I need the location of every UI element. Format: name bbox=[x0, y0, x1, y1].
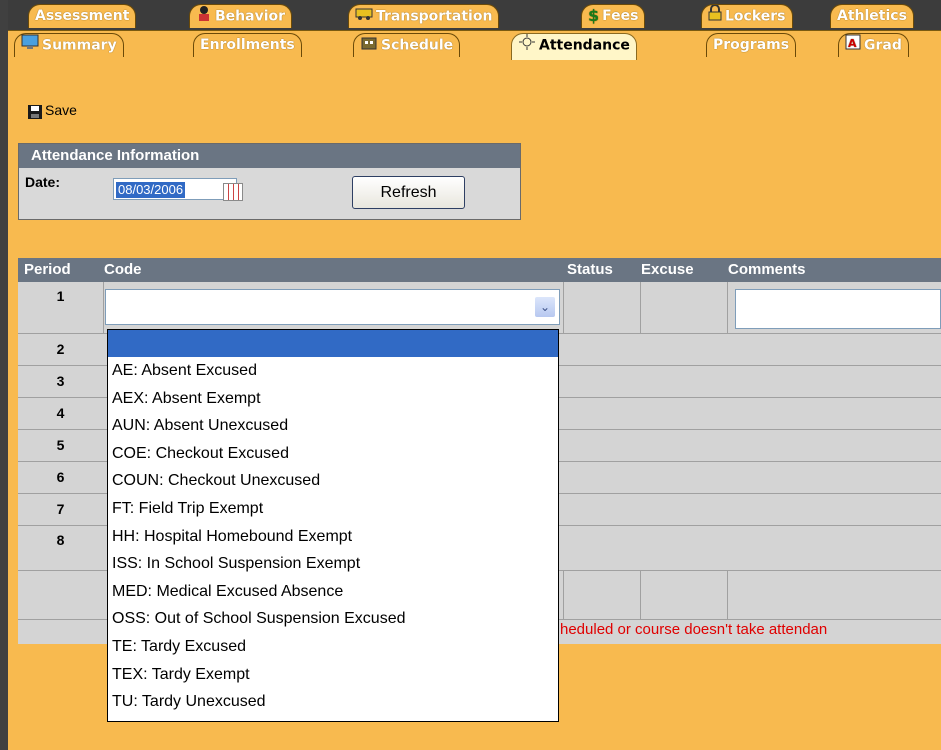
tab-row-top: Assessment Behavior Transportation $ Fees… bbox=[8, 0, 941, 30]
tab-grades[interactable]: A Grad bbox=[838, 33, 909, 57]
col-comments: Comments bbox=[728, 261, 806, 278]
save-label: Save bbox=[45, 102, 77, 118]
chevron-down-icon[interactable]: ⌄ bbox=[535, 297, 555, 317]
save-button[interactable]: Save bbox=[28, 100, 77, 120]
dropdown-option[interactable]: TU: Tardy Unexcused bbox=[108, 688, 558, 716]
tab-fees[interactable]: $ Fees bbox=[581, 4, 646, 28]
col-code: Code bbox=[104, 261, 142, 278]
dropdown-option[interactable]: MED: Medical Excused Absence bbox=[108, 578, 558, 606]
tab-label: Behavior bbox=[215, 8, 286, 25]
window-left-edge bbox=[0, 0, 8, 750]
code-dropdown-list: AE: Absent Excused AEX: Absent Exempt AU… bbox=[107, 329, 559, 722]
divider bbox=[563, 571, 564, 619]
period-number: 6 bbox=[56, 469, 65, 485]
grade-icon: A bbox=[845, 34, 861, 57]
dropdown-option[interactable]: AE: Absent Excused bbox=[108, 357, 558, 385]
period-number: 7 bbox=[56, 501, 65, 517]
tab-schedule[interactable]: Schedule bbox=[353, 33, 461, 57]
sun-icon bbox=[518, 34, 536, 57]
col-period: Period bbox=[24, 261, 71, 278]
period-number: 5 bbox=[56, 437, 65, 453]
dropdown-option[interactable]: ISS: In School Suspension Exempt bbox=[108, 550, 558, 578]
tab-athletics[interactable]: Athletics bbox=[830, 4, 914, 28]
bus-icon bbox=[355, 5, 373, 28]
period-number: 1 bbox=[56, 288, 65, 304]
building-icon bbox=[360, 34, 378, 57]
dropdown-option[interactable] bbox=[108, 330, 558, 357]
code-select[interactable]: ⌄ bbox=[105, 289, 560, 325]
tab-label: Assessment bbox=[35, 8, 130, 24]
svg-text:A: A bbox=[848, 37, 857, 50]
dropdown-option[interactable]: TE: Tardy Excused bbox=[108, 633, 558, 661]
tab-label: Transportation bbox=[376, 8, 493, 25]
tab-label: Lockers bbox=[725, 8, 786, 25]
calendar-icon[interactable] bbox=[223, 183, 243, 201]
tab-behavior[interactable]: Behavior bbox=[189, 4, 293, 28]
tab-row-bottom: Summary Enrollments Schedule Attendance … bbox=[8, 30, 941, 60]
tab-label: Programs bbox=[713, 37, 790, 53]
divider bbox=[640, 571, 641, 619]
grid-header: Period Code Status Excuse Comments bbox=[18, 258, 941, 282]
floppy-disk-icon bbox=[28, 104, 42, 119]
refresh-button[interactable]: Refresh bbox=[352, 176, 465, 209]
tab-label: Athletics bbox=[837, 8, 907, 24]
tab-label: Schedule bbox=[381, 37, 454, 54]
tab-transportation[interactable]: Transportation bbox=[348, 4, 500, 28]
monitor-icon bbox=[21, 34, 39, 57]
dropdown-option[interactable]: AUN: Absent Unexcused bbox=[108, 412, 558, 440]
tab-label: Summary bbox=[42, 37, 117, 54]
divider bbox=[727, 571, 728, 619]
dropdown-option[interactable]: COE: Checkout Excused bbox=[108, 440, 558, 468]
dropdown-option[interactable]: HH: Hospital Homebound Exempt bbox=[108, 523, 558, 551]
tab-enrollments[interactable]: Enrollments bbox=[193, 33, 302, 57]
dropdown-option[interactable]: COUN: Checkout Unexcused bbox=[108, 467, 558, 495]
tab-lockers[interactable]: Lockers bbox=[701, 4, 793, 28]
tab-label: Enrollments bbox=[200, 37, 295, 53]
dropdown-option[interactable]: TEX: Tardy Exempt bbox=[108, 661, 558, 689]
comments-field[interactable] bbox=[735, 289, 941, 329]
tab-attendance[interactable]: Attendance bbox=[511, 33, 637, 60]
period-number: 4 bbox=[56, 405, 65, 421]
dropdown-option[interactable]: OSS: Out of School Suspension Excused bbox=[108, 605, 558, 633]
dropdown-option[interactable]: FT: Field Trip Exempt bbox=[108, 495, 558, 523]
tab-summary[interactable]: Summary bbox=[14, 33, 124, 57]
lock-icon bbox=[708, 4, 722, 28]
attendance-info-title: Attendance Information bbox=[19, 144, 520, 168]
tab-label: Attendance bbox=[539, 37, 630, 54]
col-status: Status bbox=[567, 261, 613, 278]
date-field[interactable]: 08/03/2006 bbox=[113, 178, 237, 200]
dollar-icon: $ bbox=[588, 6, 600, 25]
tab-label: Grad bbox=[864, 37, 902, 54]
person-icon bbox=[196, 5, 212, 28]
tab-label: Fees bbox=[602, 8, 639, 24]
date-label: Date: bbox=[25, 174, 61, 190]
period-number: 3 bbox=[56, 373, 65, 389]
period-number: 8 bbox=[56, 532, 65, 548]
date-value: 08/03/2006 bbox=[116, 182, 186, 198]
warning-message: heduled or course doesn't take attendan bbox=[560, 621, 828, 638]
dropdown-option[interactable]: AEX: Absent Exempt bbox=[108, 385, 558, 413]
tab-programs[interactable]: Programs bbox=[706, 33, 797, 57]
tab-assessment[interactable]: Assessment bbox=[28, 4, 137, 28]
col-excuse: Excuse bbox=[641, 261, 694, 278]
period-number: 2 bbox=[56, 341, 65, 357]
